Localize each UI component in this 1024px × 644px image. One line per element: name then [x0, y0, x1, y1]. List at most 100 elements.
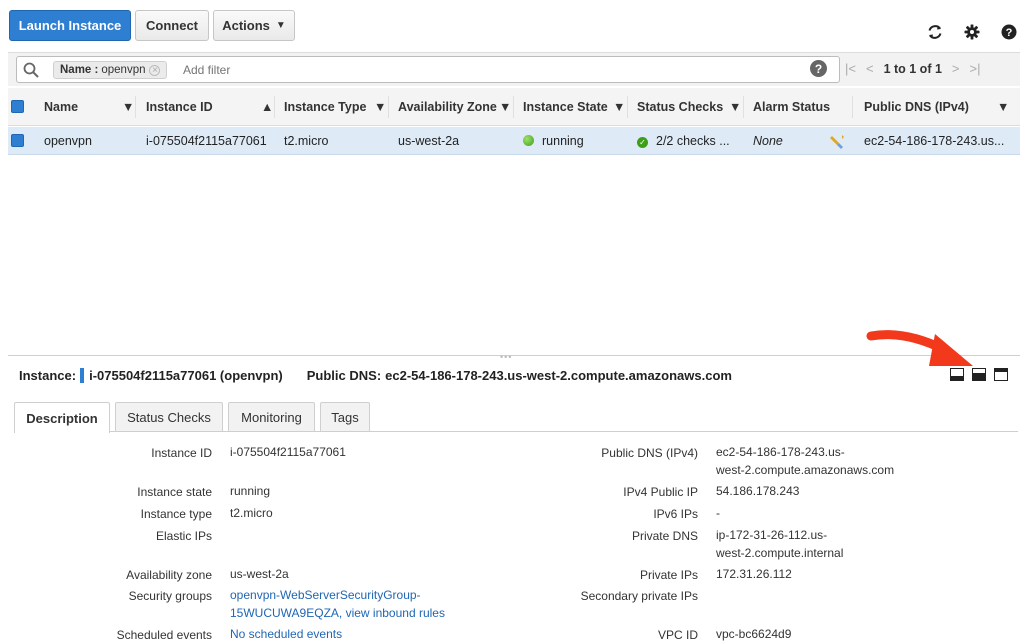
- column-header-public-dns[interactable]: Public DNS (IPv4): [864, 88, 969, 126]
- field-value: ip-172-31-26-112.us-: [716, 528, 828, 542]
- column-header-status-checks[interactable]: Status Checks: [637, 88, 723, 126]
- field-value: vpc-bc6624d9: [716, 627, 792, 641]
- field-label: Public DNS (IPv4): [601, 446, 698, 460]
- page-count: 1 to 1 of 1: [883, 61, 942, 76]
- column-header-availability-zone[interactable]: Availability Zone: [398, 88, 497, 126]
- column-separator: [627, 96, 628, 118]
- security-group-id[interactable]: 15WUCUWA9EQZA: [230, 606, 339, 620]
- gear-icon[interactable]: [962, 22, 982, 42]
- cell-instance-type: t2.micro: [284, 134, 329, 148]
- tab-tags[interactable]: Tags: [320, 402, 370, 432]
- field-label: Private DNS: [631, 529, 698, 543]
- prev-page-icon[interactable]: <: [866, 61, 874, 76]
- running-status-icon: [523, 135, 534, 146]
- chevron-down-icon[interactable]: ▼: [613, 88, 625, 126]
- chevron-down-icon[interactable]: ▼: [122, 88, 134, 126]
- chevron-down-icon[interactable]: ▼: [499, 88, 511, 126]
- column-separator: [852, 96, 853, 118]
- search-filter-box[interactable]: Name : openvpn ×: [16, 56, 840, 83]
- field-value: -: [716, 506, 720, 520]
- field-label: VPC ID: [657, 628, 698, 642]
- row-checkbox[interactable]: [11, 134, 24, 147]
- close-icon[interactable]: ×: [149, 64, 161, 76]
- connect-button[interactable]: Connect: [135, 10, 209, 41]
- refresh-icon[interactable]: [925, 22, 945, 42]
- create-alarm-icon[interactable]: [830, 133, 846, 149]
- tab-monitoring[interactable]: Monitoring: [228, 402, 315, 432]
- help-icon[interactable]: ?: [999, 22, 1019, 42]
- pagination: |< < 1 to 1 of 1 > >|: [845, 61, 980, 76]
- cell-status-checks: ✓ 2/2 checks ...: [637, 127, 730, 155]
- search-icon: [23, 62, 39, 78]
- red-arrow-icon: [866, 330, 973, 366]
- cell-name: openvpn: [44, 134, 92, 148]
- cell-instance-id: i-075504f2115a77061: [146, 134, 267, 148]
- chevron-down-icon: ▼: [275, 20, 286, 31]
- chevron-down-icon[interactable]: ▼: [729, 88, 741, 126]
- launch-instance-button[interactable]: Launch Instance: [9, 10, 131, 41]
- field-label: Secondary private IPs: [580, 589, 698, 603]
- selection-indicator: [80, 367, 85, 383]
- field-value: i-075504f2115a77061: [230, 445, 346, 459]
- scheduled-events-link[interactable]: No scheduled events: [230, 625, 342, 643]
- field-label: Scheduled events: [116, 628, 212, 642]
- field-value: t2.micro: [230, 506, 273, 520]
- field-value: 54.186.178.243: [716, 484, 800, 498]
- field-label: Private IPs: [639, 568, 698, 582]
- add-filter-input[interactable]: [183, 63, 383, 77]
- column-header-instance-state[interactable]: Instance State: [523, 88, 608, 126]
- filter-chip-value: openvpn: [101, 64, 146, 76]
- security-group-link[interactable]: openvpn-WebServerSecurityGroup-: [230, 586, 421, 604]
- field-label: Instance ID: [151, 446, 212, 460]
- public-dns-label: Public DNS:: [306, 367, 382, 383]
- column-header-instance-type[interactable]: Instance Type: [284, 88, 366, 126]
- tab-description[interactable]: Description: [14, 402, 110, 433]
- view-inbound-rules-link[interactable]: view inbound rules: [346, 606, 445, 620]
- filter-chip[interactable]: Name : openvpn ×: [53, 61, 168, 79]
- column-separator: [274, 96, 275, 118]
- column-separator: [513, 96, 514, 118]
- field-label: Elastic IPs: [155, 529, 212, 543]
- sort-ascending-icon[interactable]: ▲: [261, 88, 273, 126]
- column-header-instance-id[interactable]: Instance ID: [146, 88, 213, 126]
- chevron-down-icon[interactable]: ▼: [997, 88, 1009, 126]
- tab-status-checks[interactable]: Status Checks: [115, 402, 223, 432]
- chevron-down-icon[interactable]: ▼: [374, 88, 386, 126]
- field-label: IPv4 Public IP: [623, 485, 698, 499]
- status-checks-text: 2/2 checks ...: [656, 134, 730, 148]
- svg-text:?: ?: [1006, 27, 1013, 39]
- last-page-icon[interactable]: >|: [970, 61, 981, 76]
- select-all-checkbox[interactable]: [11, 100, 24, 113]
- detail-header: Instance: i-075504f2115a77061 (openvpn) …: [19, 366, 732, 384]
- cell-availability-zone: us-west-2a: [398, 134, 460, 148]
- cell-alarm-status: None: [753, 134, 783, 148]
- actions-label: Actions: [222, 18, 270, 33]
- field-label: Security groups: [128, 589, 212, 603]
- actions-dropdown-button[interactable]: Actions ▼: [213, 10, 295, 41]
- filter-chip-key: Name :: [60, 64, 99, 76]
- toolbar: Launch Instance Connect Actions ▼ ?: [0, 0, 1024, 50]
- field-label: Instance type: [140, 507, 212, 521]
- instance-value: i-075504f2115a77061 (openvpn): [89, 367, 283, 383]
- field-value: running: [230, 484, 271, 498]
- field-label: Availability zone: [126, 568, 212, 582]
- resize-grip-icon[interactable]: •••: [500, 352, 512, 362]
- column-separator: [135, 96, 136, 118]
- field-value: us-west-2a: [230, 567, 289, 581]
- next-page-icon[interactable]: >: [952, 61, 960, 76]
- first-page-icon[interactable]: |<: [845, 61, 856, 76]
- filter-help-icon[interactable]: ?: [810, 60, 827, 77]
- field-value: west-2.compute.amazonaws.com: [716, 463, 895, 477]
- column-header-name[interactable]: Name: [44, 88, 78, 126]
- security-group-link[interactable]: 15WUCUWA9EQZA, view inbound rules: [230, 604, 445, 622]
- layout-full-pane-icon[interactable]: [994, 368, 1008, 381]
- field-value: ec2-54-186-178-243.us-: [716, 445, 845, 459]
- column-separator: [388, 96, 389, 118]
- tabs-underline: [14, 431, 1018, 432]
- column-separator: [743, 96, 744, 118]
- table-row[interactable]: openvpn i-075504f2115a77061 t2.micro us-…: [8, 127, 1020, 155]
- public-dns-value: ec2-54-186-178-243.us-west-2.compute.ama…: [385, 367, 732, 383]
- check-icon: ✓: [637, 137, 648, 148]
- instance-label: Instance:: [19, 367, 77, 383]
- column-header-alarm-status[interactable]: Alarm Status: [753, 88, 830, 126]
